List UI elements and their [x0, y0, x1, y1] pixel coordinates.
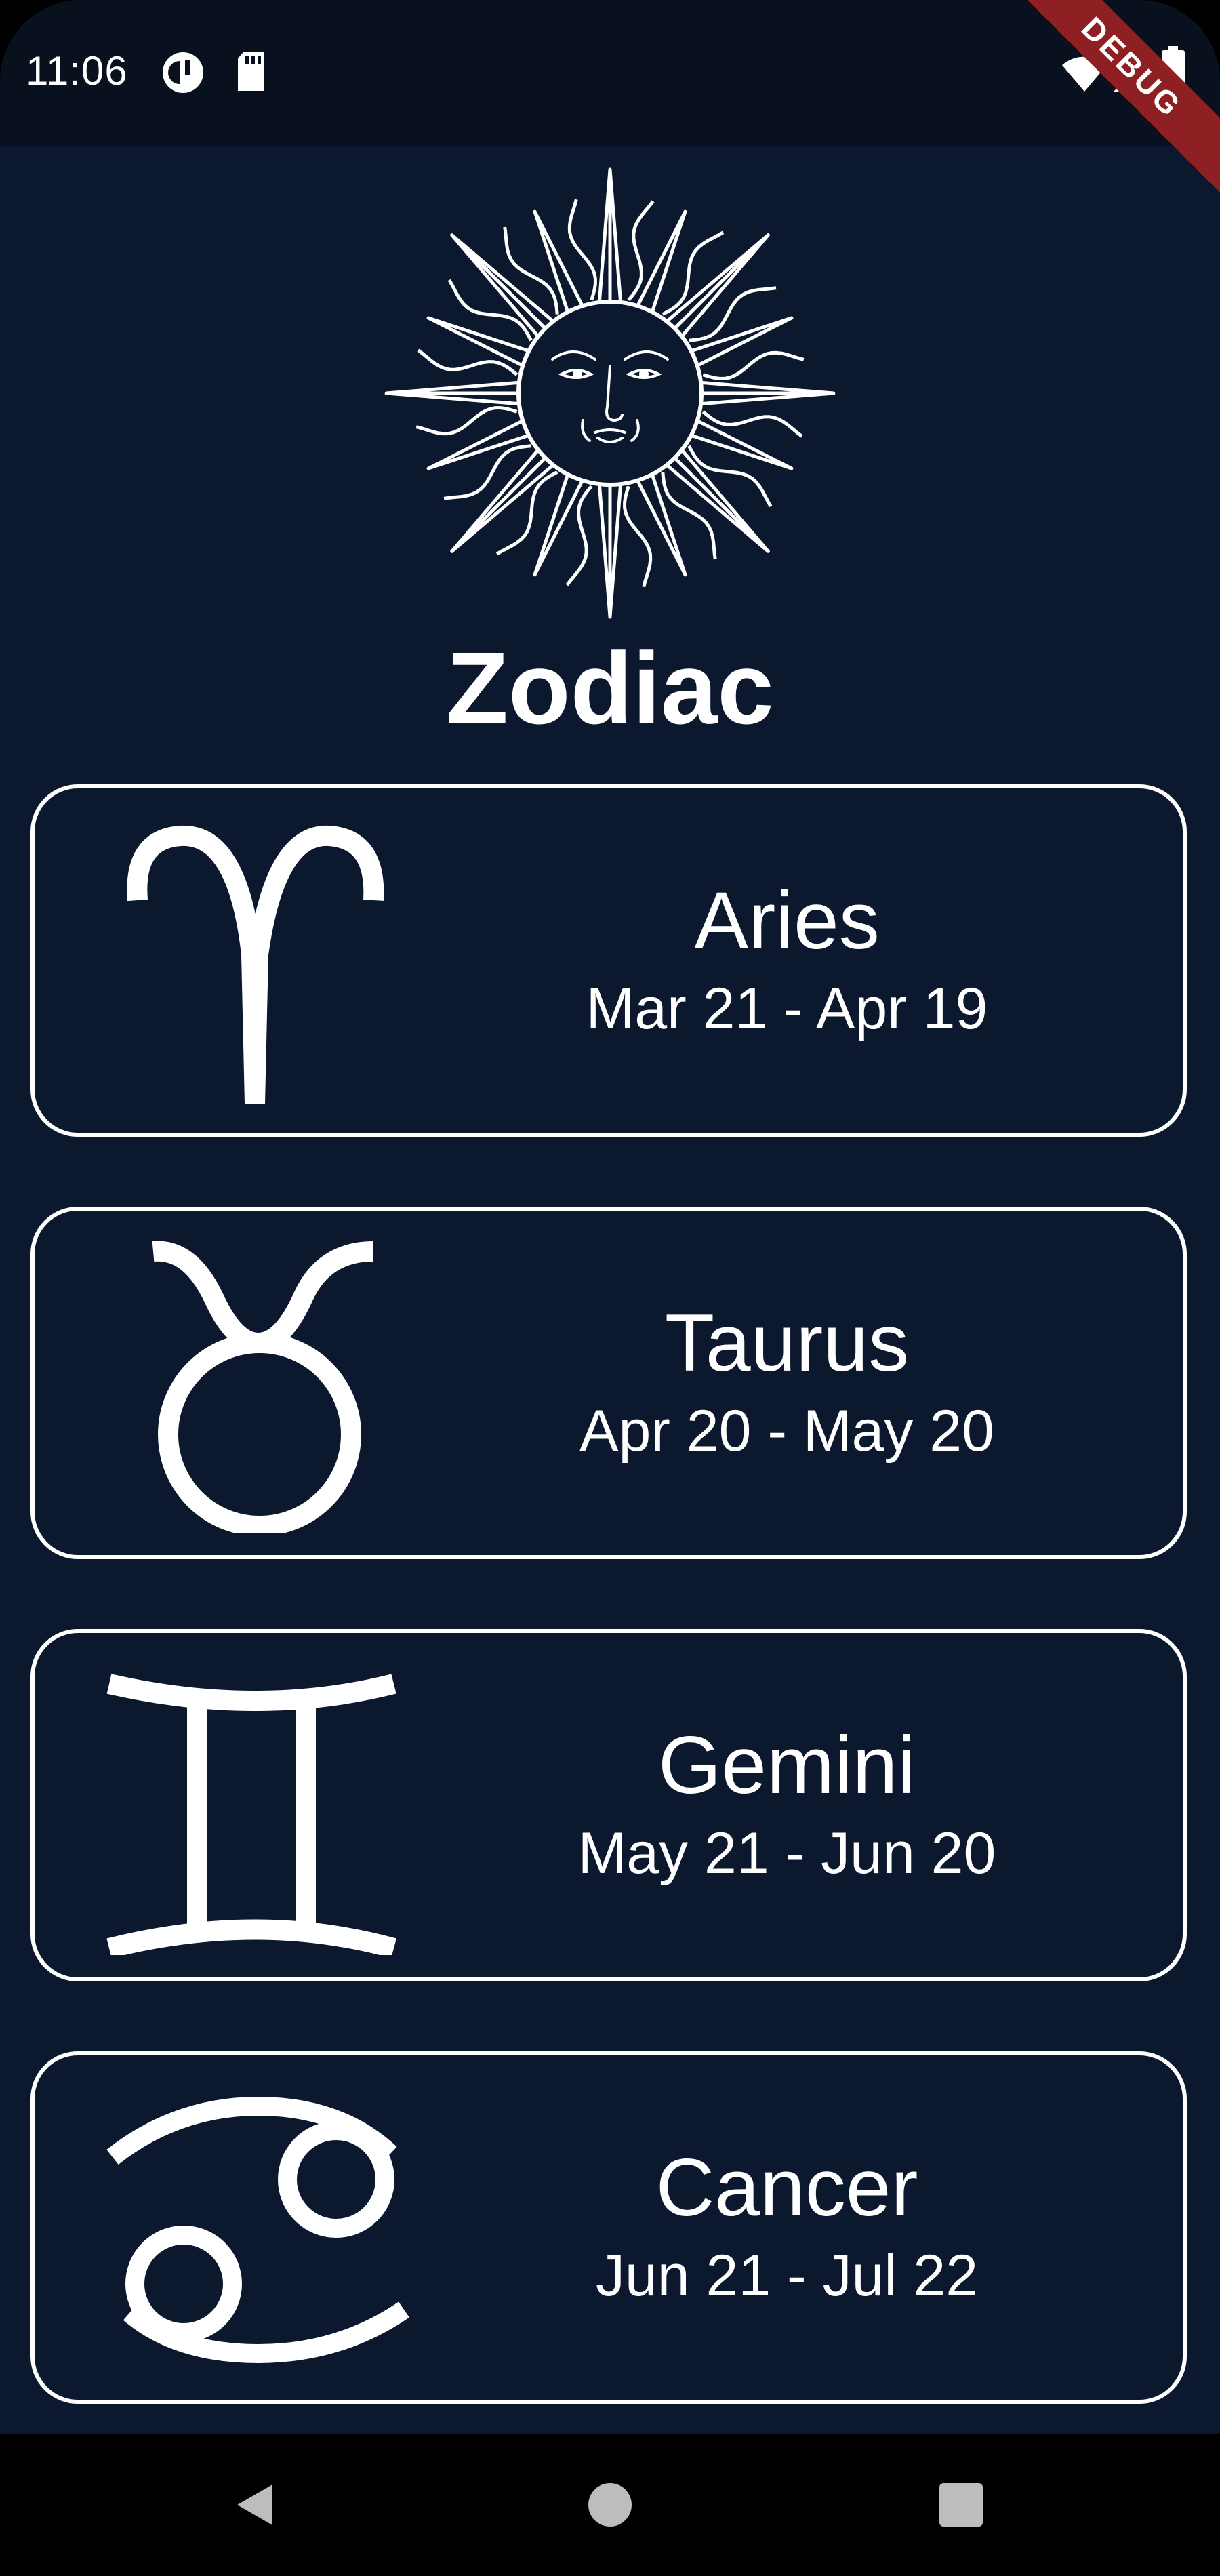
- sign-name: Gemini: [657, 1720, 916, 1811]
- cancer-icon: [106, 2096, 409, 2364]
- sun-ray: [597, 167, 623, 306]
- aries-icon: [127, 825, 384, 1104]
- sun-face-icon: [384, 167, 836, 619]
- sign-name: Cancer: [655, 2142, 918, 2233]
- sun-ray: [426, 418, 533, 470]
- recents-icon[interactable]: [934, 2478, 988, 2532]
- debug-banner: DEBUG: [988, 0, 1220, 211]
- sun-ray: [597, 481, 623, 619]
- sun-ray: [450, 446, 557, 553]
- back-icon[interactable]: [230, 2478, 285, 2532]
- notification-icon: [163, 52, 203, 93]
- zodiac-card-aries[interactable]: Aries Mar 21 - Apr 19: [30, 784, 1187, 1137]
- sign-dates: Apr 20 - May 20: [580, 1398, 994, 1464]
- sun-ray: [687, 418, 794, 470]
- sun-ray: [663, 233, 770, 340]
- sun-ray: [450, 233, 557, 340]
- sun-wavy-ray: [687, 445, 773, 508]
- sun-ray: [384, 380, 523, 406]
- sun-ray: [663, 446, 770, 553]
- zodiac-card-gemini[interactable]: Gemini May 21 - Jun 20: [30, 1629, 1187, 1981]
- status-bar: 11:06 DEBUG: [0, 0, 1220, 211]
- zodiac-card-taurus[interactable]: Taurus Apr 20 - May 20: [30, 1207, 1187, 1559]
- sun-ray: [634, 209, 687, 316]
- sd-card-icon: [238, 52, 264, 91]
- app-screen: 11:06 DEBUG Zodiac Aries Mar 21 - Apr 19…: [0, 0, 1220, 2576]
- sun-wavy-ray: [495, 470, 558, 556]
- sign-dates: May 21 - Jun 20: [577, 1821, 996, 1886]
- home-icon[interactable]: [583, 2478, 637, 2532]
- sun-ray: [533, 470, 586, 577]
- sun-wavy-ray: [662, 230, 725, 316]
- page-title: Zodiac: [446, 631, 774, 745]
- sun-ray: [697, 380, 836, 406]
- sun-ray: [634, 470, 687, 577]
- sign-dates: Jun 21 - Jul 22: [595, 2243, 979, 2308]
- sun-ray: [687, 316, 794, 369]
- taurus-icon: [152, 1241, 374, 1533]
- sign-dates: Mar 21 - Apr 19: [586, 976, 988, 1041]
- sun-ray: [426, 316, 533, 369]
- sign-name: Aries: [694, 875, 880, 966]
- zodiac-card-cancer[interactable]: Cancer Jun 21 - Jul 22: [30, 2051, 1187, 2404]
- status-time: 11:06: [26, 48, 128, 94]
- sign-name: Taurus: [664, 1297, 910, 1388]
- sun-wavy-ray: [447, 279, 533, 342]
- sun-ray: [533, 209, 586, 316]
- gemini-icon: [106, 1674, 396, 1955]
- navigation-bar: [0, 2434, 1220, 2576]
